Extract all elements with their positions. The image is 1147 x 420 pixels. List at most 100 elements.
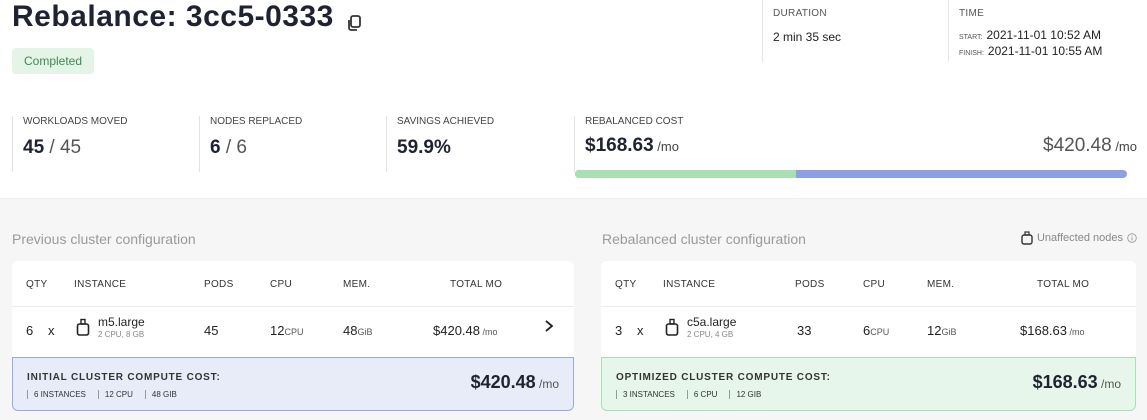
row-mem: 12GiB bbox=[927, 323, 956, 338]
instance-name: c5a.large bbox=[687, 315, 737, 329]
row-pods: 33 bbox=[797, 323, 812, 338]
col-cpu: CPU bbox=[863, 279, 886, 290]
finish-label: FINISH: bbox=[959, 50, 984, 57]
row-cpu: 6CPU bbox=[863, 323, 889, 338]
rebalanced-config-card: QTY INSTANCE PODS CPU MEM. TOTAL MO 3 x … bbox=[601, 261, 1136, 411]
duration-label: DURATION bbox=[773, 8, 827, 19]
savings-label: SAVINGS ACHIEVED bbox=[397, 116, 495, 127]
row-mem-unit: GiB bbox=[941, 327, 957, 337]
stats-panel: WORKLOADS MOVED 45 / 45 NODES REPLACED 6… bbox=[12, 108, 1140, 182]
nodes-total: / 6 bbox=[220, 137, 247, 158]
rebalanced-cost-label: REBALANCED COST bbox=[585, 116, 684, 127]
workloads-total: / 45 bbox=[44, 137, 82, 158]
cost-progress-fill bbox=[575, 170, 797, 178]
row-instance: m5.large 2 CPU, 8 GB bbox=[76, 315, 145, 339]
summary-cost-value: $168.63 bbox=[1032, 372, 1098, 392]
nodes-stat: NODES REPLACED 6 / 6 bbox=[199, 116, 385, 172]
col-pods: PODS bbox=[795, 279, 825, 290]
workloads-stat: WORKLOADS MOVED 45 / 45 bbox=[12, 116, 198, 172]
row-multiply: x bbox=[48, 323, 55, 338]
duration-block: DURATION 2 min 35 sec bbox=[762, 0, 947, 62]
previous-config-card: QTY INSTANCE PODS CPU MEM. TOTAL MO 6 x … bbox=[12, 261, 574, 411]
chip-instances: 6 INSTANCES bbox=[27, 390, 94, 399]
finish-value: 2021-11-01 10:55 AM bbox=[987, 44, 1103, 58]
row-total-value: $168.63 bbox=[1020, 323, 1067, 338]
row-cpu-unit: CPU bbox=[870, 327, 890, 337]
row-qty: 6 bbox=[26, 323, 34, 338]
col-instance: INSTANCE bbox=[663, 279, 716, 290]
col-mem: MEM. bbox=[343, 279, 371, 290]
chevron-right-icon[interactable] bbox=[544, 319, 554, 338]
col-mem: MEM. bbox=[927, 279, 955, 290]
optimized-cost-summary: OPTIMIZED CLUSTER COMPUTE COST: 3 INSTAN… bbox=[601, 357, 1136, 411]
savings-stat: SAVINGS ACHIEVED 59.9% bbox=[386, 116, 572, 172]
rebalanced-config-title: Rebalanced cluster configuration bbox=[602, 231, 806, 247]
row-mem: 48GiB bbox=[343, 323, 372, 338]
summary-cost: $168.63 /mo bbox=[1033, 372, 1121, 393]
node-icon bbox=[1021, 231, 1033, 245]
unaffected-nodes-link[interactable]: Unaffected nodes bbox=[1021, 231, 1137, 245]
workloads-label: WORKLOADS MOVED bbox=[23, 116, 128, 127]
instance-name: m5.large bbox=[98, 315, 145, 329]
row-pods: 45 bbox=[204, 323, 219, 338]
start-label: START: bbox=[959, 34, 983, 41]
new-cost: $168.63 /mo bbox=[585, 135, 679, 157]
initial-cost-summary: INITIAL CLUSTER COMPUTE COST: 6 INSTANCE… bbox=[12, 357, 574, 411]
row-total: $168.63 /mo bbox=[1020, 323, 1085, 338]
workloads-value: 45 / 45 bbox=[23, 137, 198, 159]
row-qty: 3 bbox=[615, 323, 623, 338]
workloads-moved: 45 bbox=[23, 137, 45, 158]
unaffected-nodes-label: Unaffected nodes bbox=[1036, 232, 1123, 244]
nodes-replaced: 6 bbox=[210, 137, 221, 158]
row-total-value: $420.48 bbox=[433, 323, 480, 338]
table-header: QTY INSTANCE PODS CPU MEM. TOTAL MO bbox=[12, 261, 574, 307]
savings-value: 59.9% bbox=[397, 137, 451, 158]
row-cpu-value: 12 bbox=[270, 323, 285, 338]
row-total-unit: /mo bbox=[1067, 327, 1085, 337]
nodes-label: NODES REPLACED bbox=[210, 116, 303, 127]
start-value: 2021-11-01 10:52 AM bbox=[986, 28, 1101, 42]
row-mem-unit: GiB bbox=[357, 327, 373, 337]
chip-cpu: 6 CPU bbox=[686, 390, 726, 399]
col-qty: QTY bbox=[615, 279, 637, 290]
chip-instances: 3 INSTANCES bbox=[616, 390, 683, 399]
page-title-text: Rebalance: 3cc5-0333 bbox=[12, 0, 334, 33]
summary-cost-value: $420.48 bbox=[470, 372, 536, 392]
col-pods: PODS bbox=[204, 279, 234, 290]
previous-config-title: Previous cluster configuration bbox=[12, 231, 196, 247]
start-row: START: 2021-11-01 10:52 AM bbox=[959, 28, 1143, 42]
table-row[interactable]: 3 x c5a.large 2 CPU, 4 GB 33 6CPU 12GiB … bbox=[601, 307, 1136, 355]
row-instance: c5a.large 2 CPU, 4 GB bbox=[665, 315, 736, 339]
old-cost-value: $420.48 bbox=[1043, 135, 1112, 156]
summary-cost-unit: /mo bbox=[1097, 377, 1121, 391]
table-row[interactable]: 6 x m5.large 2 CPU, 8 GB 45 12CPU 48GiB … bbox=[12, 307, 574, 355]
col-total: TOTAL MO bbox=[1037, 279, 1090, 290]
col-cpu: CPU bbox=[270, 279, 293, 290]
row-cpu: 12CPU bbox=[270, 323, 303, 338]
row-cpu-unit: CPU bbox=[284, 327, 304, 337]
time-block: TIME START: 2021-11-01 10:52 AM FINISH: 20… bbox=[948, 0, 1143, 62]
rebalanced-cost-stat: REBALANCED COST $168.63 /mo $420.48 /mo bbox=[574, 116, 1140, 178]
duration-value: 2 min 35 sec bbox=[773, 30, 842, 44]
new-cost-unit: /mo bbox=[653, 139, 679, 154]
summary-cost: $420.48 /mo bbox=[471, 372, 559, 393]
page-title: Rebalance: 3cc5-0333 bbox=[12, 0, 364, 34]
copy-icon[interactable] bbox=[344, 7, 364, 31]
col-total: TOTAL MO bbox=[450, 279, 503, 290]
old-cost-unit: /mo bbox=[1111, 139, 1137, 154]
configuration-area: Previous cluster configuration Rebalance… bbox=[0, 198, 1147, 420]
cost-row: $168.63 /mo $420.48 /mo bbox=[585, 135, 1137, 161]
table-header: QTY INSTANCE PODS CPU MEM. TOTAL MO bbox=[601, 261, 1136, 307]
chip-mem: 48 GiB bbox=[144, 390, 185, 399]
finish-row: FINISH: 2021-11-01 10:55 AM bbox=[959, 44, 1143, 58]
time-label: TIME bbox=[959, 8, 985, 19]
row-total-unit: /mo bbox=[480, 327, 498, 337]
instance-spec: 2 CPU, 8 GB bbox=[98, 330, 145, 339]
chip-mem: 12 GiB bbox=[729, 390, 769, 399]
row-mem-value: 48 bbox=[343, 323, 358, 338]
new-cost-value: $168.63 bbox=[585, 135, 654, 156]
chip-cpu: 12 CPU bbox=[97, 390, 141, 399]
nodes-value: 6 / 6 bbox=[210, 137, 385, 159]
old-cost: $420.48 /mo bbox=[1043, 135, 1137, 157]
summary-cost-unit: /mo bbox=[535, 377, 559, 391]
